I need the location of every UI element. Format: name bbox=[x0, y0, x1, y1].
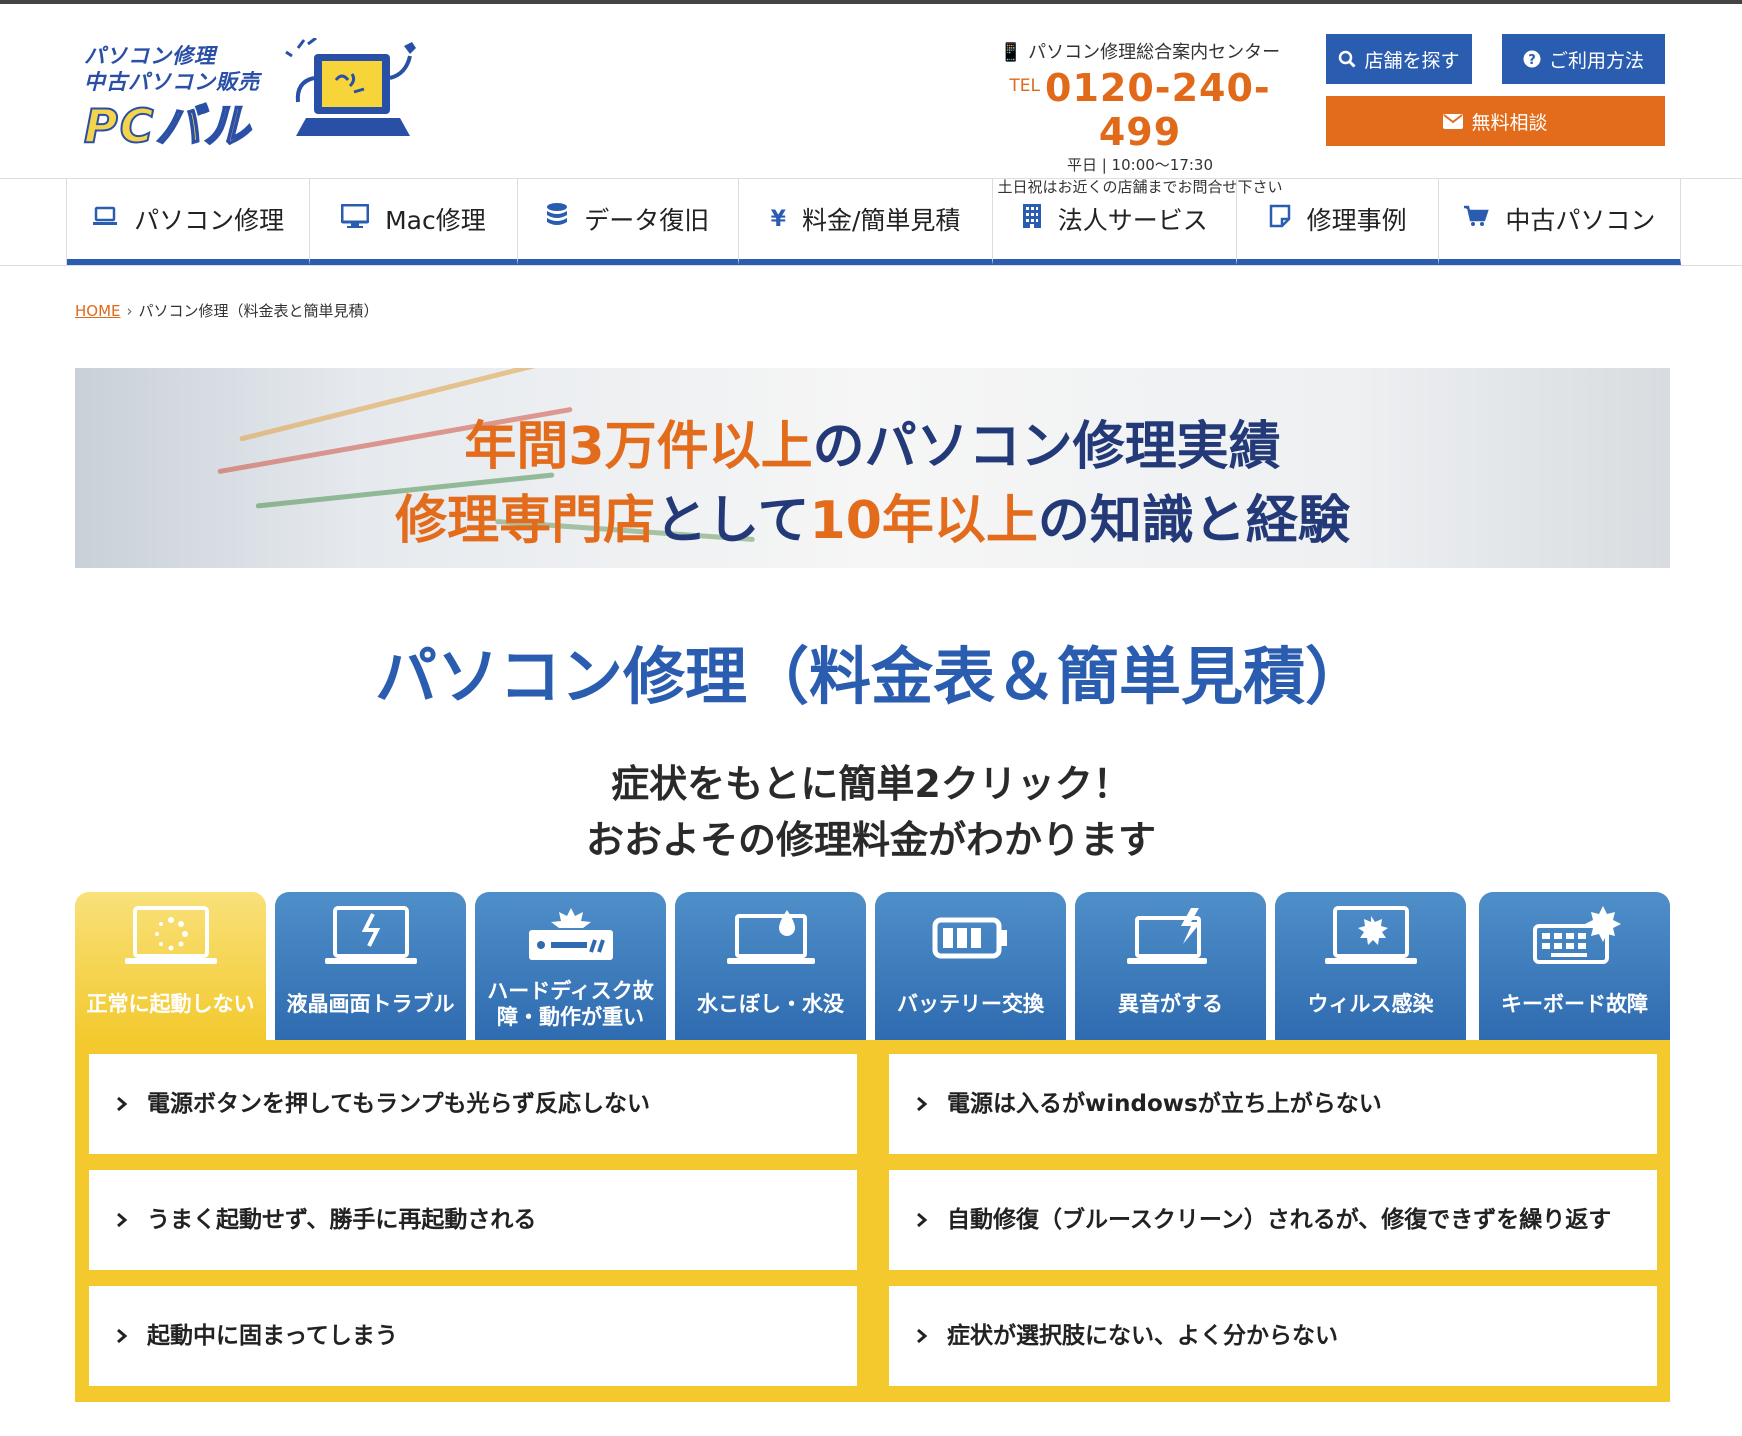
noise-laptop-icon bbox=[1075, 904, 1266, 974]
contact-center-name: 📱 パソコン修理総合案内センター bbox=[999, 42, 1281, 63]
symptom-option[interactable]: 電源ボタンを押してもランプも光らず反応しない bbox=[89, 1054, 857, 1154]
keyboard-icon bbox=[1479, 904, 1670, 974]
banner-headline-1: 年間3万件以上のパソコン修理実績 bbox=[464, 417, 1281, 477]
tel-number[interactable]: 0120-240-499 bbox=[1045, 66, 1271, 154]
mascot-icon bbox=[284, 36, 424, 148]
chevron-right-icon bbox=[117, 1096, 128, 1112]
tel-label: TEL bbox=[1009, 76, 1040, 96]
tab-keyboard[interactable]: キーボード故障 bbox=[1479, 892, 1670, 1040]
symptom-option[interactable]: 自動修復（ブルースクリーン）されるが、修復できずを繰り返す bbox=[889, 1170, 1657, 1270]
water-drop-laptop-icon bbox=[675, 904, 866, 974]
phone-icon: 📱 bbox=[999, 42, 1023, 63]
site-header: パソコン修理 中古パソコン販売 PCバル 📱 パソコン修理総合案内センター TE… bbox=[0, 4, 1742, 196]
contact-info: 📱 パソコン修理総合案内センター TEL 0120-240-499 平日 | 1… bbox=[980, 38, 1300, 196]
tab-water-damage[interactable]: 水こぼし・水没 bbox=[675, 892, 866, 1040]
chevron-right-icon bbox=[117, 1212, 128, 1228]
laptop-icon bbox=[92, 206, 118, 232]
nav-item-data-recovery[interactable]: データ復旧 bbox=[517, 179, 739, 265]
breadcrumb-home-link[interactable]: HOME bbox=[75, 302, 121, 320]
nav-item-used-pc[interactable]: 中古パソコン bbox=[1438, 179, 1682, 265]
svg-text:?: ? bbox=[1528, 53, 1536, 68]
chevron-right-icon bbox=[917, 1328, 928, 1344]
estimate-intro-line-1: 症状をもとに簡単2クリック！ bbox=[611, 762, 1131, 806]
symptom-options-panel: 電源ボタンを押してもランプも光らず反応しない 電源は入るがwindowsが立ち上… bbox=[75, 1040, 1670, 1402]
broken-screen-icon bbox=[275, 904, 466, 974]
question-icon: ? bbox=[1523, 50, 1541, 68]
desktop-icon bbox=[340, 203, 370, 234]
symptom-category-tabs: 正常に起動しない 液晶画面トラブル ハードディスク故障・動作が重い 水こぼし・水… bbox=[75, 892, 1670, 1040]
hero-banner: 年間3万件以上のパソコン修理実績 修理専門店として10年以上の知識と経験 bbox=[75, 368, 1670, 568]
chevron-right-icon bbox=[117, 1328, 128, 1344]
cart-icon bbox=[1463, 205, 1490, 233]
building-icon bbox=[1022, 203, 1042, 235]
logo-brand: PCバル bbox=[83, 98, 252, 154]
tab-battery[interactable]: バッテリー交換 bbox=[875, 892, 1066, 1040]
symptom-option[interactable]: 症状が選択肢にない、よく分からない bbox=[889, 1286, 1657, 1386]
search-icon bbox=[1338, 50, 1357, 68]
hdd-icon bbox=[475, 904, 666, 974]
tab-virus[interactable]: ウィルス感染 bbox=[1275, 892, 1466, 1040]
estimate-intro: 症状をもとに簡単2クリック！ おおよその修理料金がわかります bbox=[0, 756, 1742, 868]
usage-guide-button[interactable]: ? ご利用方法 bbox=[1502, 34, 1665, 84]
nav-item-business[interactable]: 法人サービス bbox=[993, 179, 1238, 265]
global-nav-bar: パソコン修理 Mac修理 データ復旧 ¥ 料金/簡単見積 法人サービス 修理事例… bbox=[0, 178, 1742, 266]
tel-row[interactable]: TEL 0120-240-499 bbox=[980, 66, 1300, 154]
note-icon bbox=[1269, 204, 1291, 234]
tab-hdd-failure[interactable]: ハードディスク故障・動作が重い bbox=[475, 892, 666, 1040]
tab-noise[interactable]: 異音がする bbox=[1075, 892, 1266, 1040]
breadcrumb-current: パソコン修理（料金表と簡単見積） bbox=[138, 302, 379, 320]
find-store-button[interactable]: 店舗を探す bbox=[1326, 34, 1472, 84]
laptop-loading-icon bbox=[75, 904, 266, 974]
database-icon bbox=[546, 203, 568, 235]
nav-item-mac-repair[interactable]: Mac修理 bbox=[310, 179, 518, 265]
yen-icon: ¥ bbox=[770, 206, 786, 232]
mail-icon bbox=[1443, 113, 1464, 129]
tab-lcd-trouble[interactable]: 液晶画面トラブル bbox=[275, 892, 466, 1040]
chevron-right-icon bbox=[917, 1212, 928, 1228]
symptom-option[interactable]: 起動中に固まってしまう bbox=[89, 1286, 857, 1386]
chevron-right-icon bbox=[917, 1096, 928, 1112]
nav-item-case-studies[interactable]: 修理事例 bbox=[1237, 179, 1439, 265]
symptom-option[interactable]: 電源は入るがwindowsが立ち上がらない bbox=[889, 1054, 1657, 1154]
nav-item-pricing[interactable]: ¥ 料金/簡単見積 bbox=[738, 179, 994, 265]
breadcrumb: HOME › パソコン修理（料金表と簡単見積） bbox=[75, 300, 379, 321]
banner-headline-2: 修理専門店として10年以上の知識と経験 bbox=[395, 491, 1350, 551]
virus-monitor-icon bbox=[1275, 904, 1466, 974]
symptom-option[interactable]: うまく起動せず、勝手に再起動される bbox=[89, 1170, 857, 1270]
tab-boot-failure[interactable]: 正常に起動しない bbox=[75, 892, 266, 1040]
breadcrumb-separator-icon: › bbox=[126, 302, 133, 320]
site-logo[interactable]: パソコン修理 中古パソコン販売 PCバル bbox=[83, 36, 424, 154]
estimate-intro-line-2: おおよその修理料金がわかります bbox=[585, 818, 1156, 862]
page-title: パソコン修理（料金表＆簡単見積） bbox=[374, 640, 1367, 713]
business-hours: 平日 | 10:00〜17:30 bbox=[1066, 156, 1214, 174]
nav-item-pc-repair[interactable]: パソコン修理 bbox=[67, 179, 311, 265]
free-consultation-button[interactable]: 無料相談 bbox=[1326, 96, 1665, 146]
battery-icon bbox=[875, 904, 1066, 974]
global-nav: パソコン修理 Mac修理 データ復旧 ¥ 料金/簡単見積 法人サービス 修理事例… bbox=[66, 179, 1682, 265]
